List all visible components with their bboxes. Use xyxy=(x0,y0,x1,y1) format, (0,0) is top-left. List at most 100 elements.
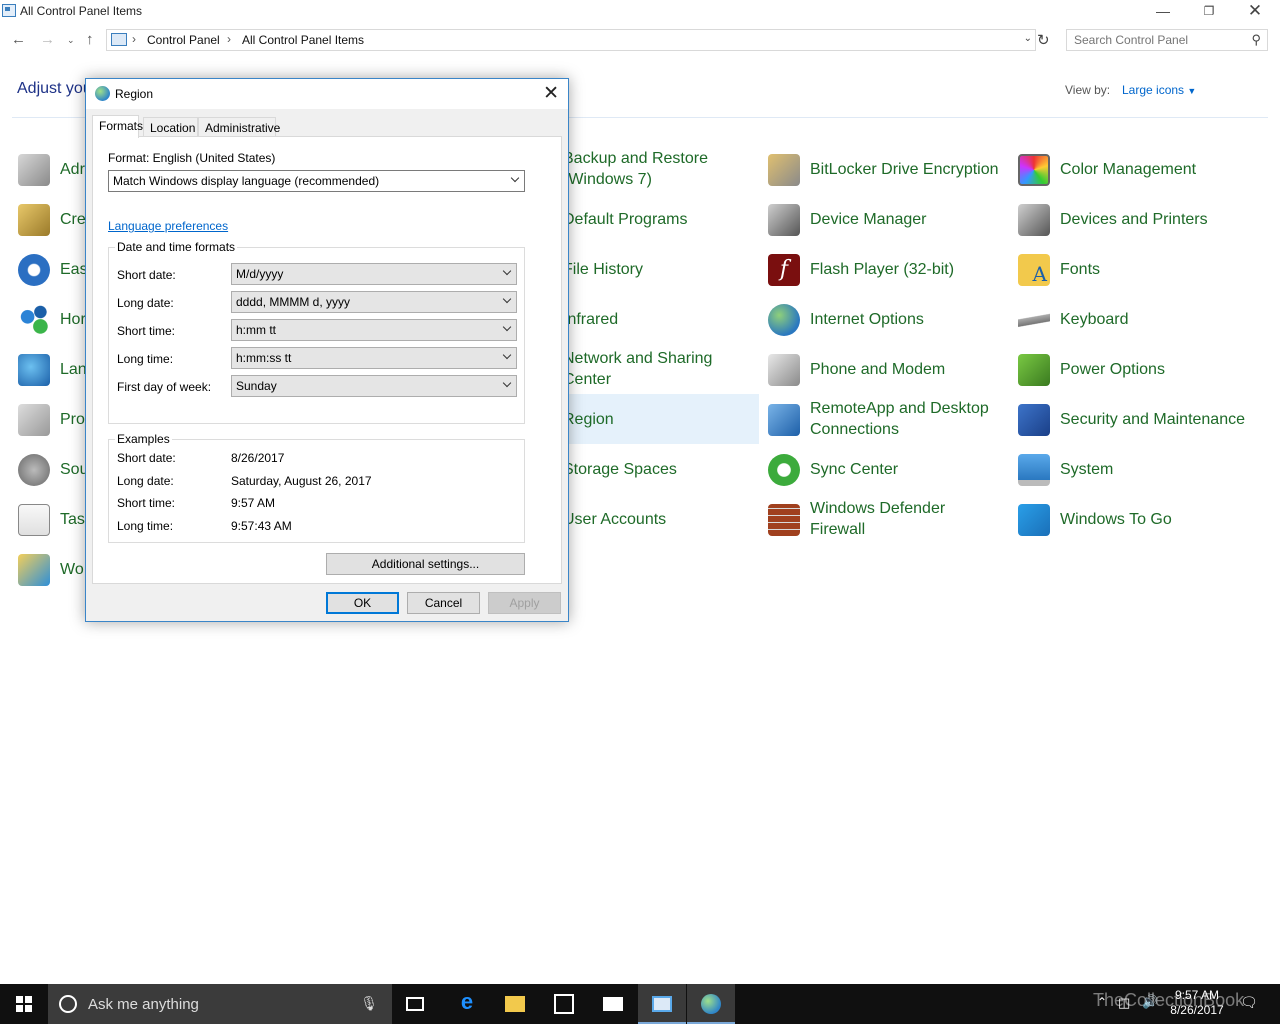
restore-button[interactable]: ❐ xyxy=(1186,0,1232,24)
region-taskbar-button[interactable] xyxy=(687,984,735,1024)
chevron-down-icon xyxy=(503,352,512,361)
view-by-dropdown[interactable]: Large icons ▼ xyxy=(1122,83,1196,97)
address-bar[interactable]: › Control Panel › All Control Panel Item… xyxy=(106,29,1036,51)
search-input[interactable] xyxy=(1074,33,1244,47)
cp-item-label: Lan xyxy=(60,361,87,378)
examples-legend: Examples xyxy=(115,432,172,446)
microphone-icon[interactable]: 🎙 xyxy=(360,995,378,1012)
cp-item-label: System xyxy=(1060,461,1114,478)
start-button[interactable] xyxy=(0,984,48,1024)
cp-item-sync-center[interactable]: Sync Center xyxy=(766,444,1011,494)
tab-formats[interactable]: Formats xyxy=(92,115,143,138)
back-arrow-icon[interactable]: ← xyxy=(11,31,26,48)
cp-item-system[interactable]: System xyxy=(1016,444,1261,494)
internet-options-globe-icon xyxy=(768,304,800,336)
address-dropdown-icon[interactable]: ⌄ xyxy=(1024,33,1032,44)
view-by-value: Large icons xyxy=(1122,83,1185,97)
cp-item-remoteapp[interactable]: RemoteApp and Desktop Connections xyxy=(766,394,1011,444)
security-flag-icon xyxy=(1018,404,1050,436)
breadcrumb-chevron-icon[interactable]: › xyxy=(132,32,136,46)
ok-button[interactable]: OK xyxy=(326,592,399,614)
short-time-select[interactable]: h:mm tt xyxy=(231,319,517,341)
action-center-icon[interactable]: 🗨 xyxy=(1240,994,1258,1034)
cp-item-work-folders[interactable]: Wo xyxy=(16,544,86,594)
tab-administrative[interactable]: Administrative xyxy=(198,117,280,137)
cp-item-language[interactable]: Lan xyxy=(16,344,87,394)
apply-button[interactable]: Apply xyxy=(488,592,561,614)
homegroup-icon xyxy=(18,304,50,336)
cp-item-label: File History xyxy=(563,261,644,278)
long-date-value: dddd, MMMM d, yyyy xyxy=(236,295,351,309)
dialog-title-bar: Region ✕ xyxy=(86,79,568,109)
cp-item-windows-to-go[interactable]: Windows To Go xyxy=(1016,494,1261,544)
clock-time: 9:57 AM xyxy=(1174,988,1220,1002)
task-view-icon xyxy=(406,997,424,1011)
cancel-button[interactable]: Cancel xyxy=(407,592,480,614)
cp-item-administrative-tools[interactable]: Adr xyxy=(16,144,86,194)
cp-item-color-management[interactable]: Color Management xyxy=(1016,144,1261,194)
network-icon[interactable]: ◫ xyxy=(1118,995,1130,1035)
format-select[interactable]: Match Windows display language (recommen… xyxy=(108,170,525,192)
edge-icon: e xyxy=(460,989,474,1014)
first-day-of-week-select[interactable]: Sunday xyxy=(231,375,517,397)
long-time-select[interactable]: h:mm:ss tt xyxy=(231,347,517,369)
task-view-button[interactable] xyxy=(392,984,440,1024)
breadcrumb-all-items[interactable]: All Control Panel Items xyxy=(242,33,364,47)
example-long-time-value: 9:57:43 AM xyxy=(231,519,292,533)
language-globe-icon xyxy=(18,354,50,386)
additional-settings-button[interactable]: Additional settings... xyxy=(326,553,525,575)
close-icon[interactable]: ✕ xyxy=(543,82,559,105)
cortana-search-box[interactable]: Ask me anything 🎙 xyxy=(48,984,392,1024)
examples-group: Examples Short date: 8/26/2017 Long date… xyxy=(108,432,525,543)
mail-icon xyxy=(603,997,623,1011)
chevron-down-icon xyxy=(503,268,512,277)
taskbar-clock[interactable]: 9:57 AM 8/26/2017 xyxy=(1160,988,1234,1018)
up-arrow-icon[interactable]: ↑ xyxy=(86,31,94,48)
cp-item-fonts[interactable]: A Fonts xyxy=(1016,244,1261,294)
store-button[interactable] xyxy=(540,984,588,1024)
cp-item-ease-of-access[interactable]: Eas xyxy=(16,244,88,294)
forward-arrow-icon[interactable]: → xyxy=(40,31,55,48)
cp-item-devices-and-printers[interactable]: Devices and Printers xyxy=(1016,194,1261,244)
cp-item-internet-options[interactable]: Internet Options xyxy=(766,294,1011,344)
cp-item-sound[interactable]: Sou xyxy=(16,444,88,494)
volume-icon[interactable]: 🔊 xyxy=(1142,994,1158,1034)
cp-item-keyboard[interactable]: Keyboard xyxy=(1016,294,1261,344)
cp-item-homegroup[interactable]: Hor xyxy=(16,294,86,344)
cp-item-bitlocker[interactable]: BitLocker Drive Encryption xyxy=(766,144,1011,194)
cp-item-windows-defender-firewall[interactable]: Windows Defender Firewall xyxy=(766,494,1011,544)
formats-tab-page: Format: English (United States) Match Wi… xyxy=(92,136,562,584)
tab-location[interactable]: Location xyxy=(143,117,198,137)
breadcrumb-chevron-icon[interactable]: › xyxy=(227,32,231,46)
mail-button[interactable] xyxy=(589,984,637,1024)
breadcrumb-control-panel[interactable]: Control Panel xyxy=(147,33,220,47)
show-hidden-icons-chevron-icon[interactable]: ⌃ xyxy=(1097,995,1107,1035)
edge-button[interactable]: e xyxy=(443,984,491,1024)
refresh-icon[interactable]: ↻ xyxy=(1037,31,1050,49)
language-preferences-link[interactable]: Language preferences xyxy=(108,219,228,233)
cp-item-label: Eas xyxy=(60,261,88,278)
minimize-button[interactable]: — xyxy=(1140,0,1186,24)
cp-item-programs-and-features[interactable]: Pro xyxy=(16,394,86,444)
cp-item-phone-and-modem[interactable]: Phone and Modem xyxy=(766,344,1011,394)
cp-item-flash-player[interactable]: f Flash Player (32-bit) xyxy=(766,244,1011,294)
short-date-label: Short date: xyxy=(117,268,176,282)
search-icon[interactable]: ⚲ xyxy=(1251,32,1261,48)
search-box[interactable]: ⚲ xyxy=(1066,29,1268,51)
close-window-button[interactable]: ✕ xyxy=(1232,0,1278,24)
cp-item-device-manager[interactable]: Device Manager xyxy=(766,194,1011,244)
long-date-label: Long date: xyxy=(117,296,174,310)
cp-item-taskbar-and-navigation[interactable]: Tasl xyxy=(16,494,88,544)
control-panel-icon xyxy=(652,996,672,1012)
long-date-select[interactable]: dddd, MMMM d, yyyy xyxy=(231,291,517,313)
cp-item-label: Sync Center xyxy=(810,461,899,478)
cp-item-label: RemoteApp and Desktop Connections xyxy=(810,400,989,438)
recent-locations-chevron-icon[interactable]: ⌄ xyxy=(67,35,75,46)
cp-item-security-and-maintenance[interactable]: Security and Maintenance xyxy=(1016,394,1261,444)
color-management-icon xyxy=(1018,154,1050,186)
control-panel-taskbar-button[interactable] xyxy=(638,984,686,1024)
short-date-select[interactable]: M/d/yyyy xyxy=(231,263,517,285)
cp-item-power-options[interactable]: Power Options xyxy=(1016,344,1261,394)
cp-item-credential-manager[interactable]: Cre xyxy=(16,194,86,244)
file-explorer-button[interactable] xyxy=(491,984,539,1024)
